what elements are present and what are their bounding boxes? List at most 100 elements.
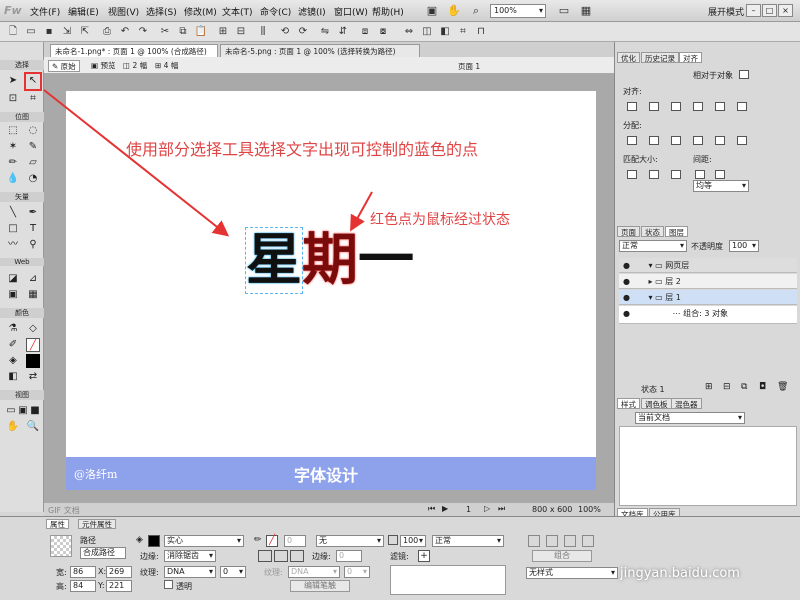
align-icon[interactable]: ⫼: [256, 25, 270, 39]
match-width-icon[interactable]: [627, 170, 637, 179]
x-field[interactable]: 269: [106, 566, 132, 578]
fill-style-select[interactable]: 实心: [164, 535, 244, 547]
filter-list[interactable]: [390, 565, 506, 595]
stroke-center-icon[interactable]: [274, 550, 288, 562]
zoom-icon[interactable]: ⌕: [468, 3, 484, 19]
collapse-icon[interactable]: ▸: [649, 277, 653, 286]
bring-front-icon[interactable]: ⧈: [358, 25, 372, 39]
glyph-yi[interactable]: 一: [358, 228, 414, 293]
align-bottom-icon[interactable]: [737, 102, 747, 111]
distribute-top-icon[interactable]: [693, 136, 703, 145]
tab-document-5[interactable]: 未命名-5.png : 页面 1 @ 100% (选择转换为路径): [220, 44, 420, 57]
stroke-texture-select[interactable]: DNA: [288, 566, 340, 578]
layer-row-2[interactable]: ● ▸ ▭ 层 2: [619, 274, 797, 289]
flip-vertical-icon[interactable]: ⇵: [336, 25, 350, 39]
tab-original[interactable]: ✎ 原始: [48, 60, 80, 72]
tab-mixer[interactable]: 混色器: [671, 398, 702, 409]
text-glyphs[interactable]: 星期一: [245, 227, 414, 294]
duplicate-layer-icon[interactable]: ⧉: [741, 382, 747, 392]
opacity-field[interactable]: 100: [400, 535, 426, 547]
texture-amount-field[interactable]: 0: [220, 566, 246, 578]
menu-text[interactable]: 文本(T): [222, 5, 253, 18]
open-icon[interactable]: ▭: [24, 25, 38, 39]
stroke-color-swatch[interactable]: ╱: [266, 535, 278, 547]
cut-icon[interactable]: ✂: [158, 25, 172, 39]
menu-help[interactable]: 帮助(H): [372, 5, 404, 18]
marquee-tool-icon[interactable]: ⬚: [6, 124, 20, 138]
paint-bucket-icon[interactable]: ◇: [26, 322, 40, 336]
eye-icon[interactable]: ●: [623, 309, 630, 318]
workspace-mode[interactable]: 展开模式: [708, 5, 744, 18]
stroke-swatch-icon[interactable]: ╱: [26, 338, 40, 352]
punch-icon[interactable]: ◧: [438, 25, 452, 39]
canvas[interactable]: 使用部分选择工具选择文字出现可控制的蓝色的点 红色点为鼠标经过状态 星期一 @洛…: [66, 91, 596, 490]
transparent-checkbox[interactable]: [164, 580, 173, 589]
style-source-select[interactable]: 当前文档: [635, 412, 745, 424]
eyedropper-tool-icon[interactable]: ⚗: [6, 322, 20, 336]
style-delete-icon[interactable]: [582, 535, 594, 547]
menu-modify[interactable]: 修改(M): [184, 5, 217, 18]
object-name-field[interactable]: 合成路径: [80, 547, 126, 559]
tab-properties[interactable]: 属性: [46, 519, 69, 529]
new-sublayer-icon[interactable]: ⊟: [723, 382, 731, 392]
space-vertical-icon[interactable]: [715, 170, 725, 179]
minimize-icon[interactable]: –: [746, 4, 761, 17]
delete-layer-icon[interactable]: 🗑: [777, 382, 788, 392]
menu-edit[interactable]: 编辑(E): [68, 5, 99, 18]
flip-horizontal-icon[interactable]: ⇋: [318, 25, 332, 39]
freeform-tool-icon[interactable]: 〰: [6, 238, 20, 252]
dodge-tool-icon[interactable]: ◔: [26, 172, 40, 186]
blend-mode-select[interactable]: 正常: [432, 535, 504, 547]
show-slices-icon[interactable]: ▦: [26, 288, 40, 302]
hand-tool-icon[interactable]: ✋: [6, 420, 20, 434]
scale-tool-icon[interactable]: ⊡: [6, 92, 20, 106]
style-edit-icon[interactable]: [564, 535, 576, 547]
tab-swatches[interactable]: 调色板: [641, 398, 672, 409]
hide-slices-icon[interactable]: ▣: [6, 288, 20, 302]
ungroup-icon[interactable]: ⊟: [234, 25, 248, 39]
hand-icon[interactable]: ✋: [446, 3, 462, 19]
align-middle-icon[interactable]: [715, 102, 725, 111]
match-height-icon[interactable]: [649, 170, 659, 179]
menu-commands[interactable]: 命令(C): [260, 5, 291, 18]
eye-icon[interactable]: ●: [623, 277, 630, 286]
undo-icon[interactable]: ↶: [118, 25, 132, 39]
mask-icon[interactable]: ◘: [759, 382, 766, 392]
arrange-icon[interactable]: ▦: [578, 3, 594, 19]
menu-select[interactable]: 选择(S): [146, 5, 177, 18]
tab-layers[interactable]: 图层: [665, 226, 688, 237]
combine-icon[interactable]: ◫: [420, 25, 434, 39]
distribute-bottom-icon[interactable]: [737, 136, 747, 145]
layout-icon[interactable]: ▣: [424, 3, 440, 19]
rectangle-tool-icon[interactable]: □: [6, 222, 20, 236]
tab-optimize[interactable]: 优化: [617, 52, 640, 63]
crop-icon[interactable]: ⌗: [456, 25, 470, 39]
close-icon[interactable]: ×: [778, 4, 793, 17]
menu-file[interactable]: 文件(F): [30, 5, 60, 18]
fill-color-swatch[interactable]: [148, 535, 160, 547]
default-colors-icon[interactable]: ◧: [6, 370, 20, 384]
knife-tool-icon[interactable]: ⚲: [26, 238, 40, 252]
stroke-texture-amount[interactable]: 0: [344, 566, 370, 578]
match-both-icon[interactable]: [671, 170, 681, 179]
play-icon[interactable]: ▶: [442, 504, 448, 513]
zoom-select[interactable]: 100%: [490, 4, 546, 18]
group-icon[interactable]: ⊞: [216, 25, 230, 39]
width-field[interactable]: 86: [70, 566, 96, 578]
layer-row-web[interactable]: ● ▾ ▭ 网页层: [619, 258, 797, 273]
new-icon[interactable]: 🗋: [6, 25, 20, 39]
texture-select[interactable]: DNA: [164, 566, 216, 578]
maximize-icon[interactable]: □: [762, 4, 777, 17]
eye-icon[interactable]: ●: [623, 293, 630, 302]
swap-colors-icon[interactable]: ⇄: [26, 370, 40, 384]
full-screen-mode-icon[interactable]: ■: [28, 404, 42, 418]
hotspot-tool-icon[interactable]: ◪: [6, 272, 20, 286]
pencil-tool-icon[interactable]: ✏: [6, 156, 20, 170]
line-tool-icon[interactable]: ╲: [6, 206, 20, 220]
fill-swatch[interactable]: [26, 354, 40, 368]
eye-icon[interactable]: ●: [623, 261, 630, 270]
tab-states[interactable]: 状态: [641, 226, 664, 237]
blur-tool-icon[interactable]: 💧: [6, 172, 20, 186]
intersect-icon[interactable]: ⊓: [474, 25, 488, 39]
tab-preview[interactable]: ▣ 预览: [88, 60, 118, 72]
